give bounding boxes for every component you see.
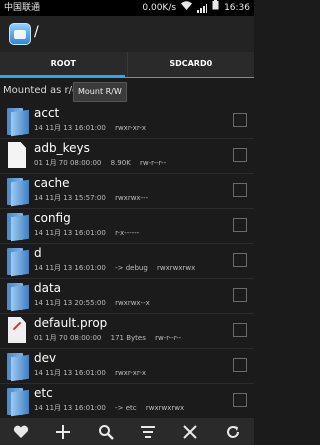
list-item[interactable]: data 14 11月 13 20:55:00 rwxrwx--x: [0, 279, 254, 314]
battery-icon: [212, 0, 219, 16]
item-meta: 14 11月 13 20:55:00 rwxrwx--x: [34, 298, 150, 308]
item-permissions: rwxrwxrwx: [145, 404, 185, 412]
item-permissions: rwxrwx---: [115, 194, 149, 202]
item-date: 14 11月 13 16:01:00: [34, 404, 106, 412]
item-date: 14 11月 13 16:01:00: [34, 264, 106, 272]
mount-row: Mounted as r/o Mount R/W: [0, 80, 254, 104]
current-path: /: [34, 24, 39, 40]
sort-icon[interactable]: [138, 422, 158, 442]
item-meta: 14 11月 13 16:01:00 -> etc rwxrwxrwx: [34, 403, 184, 413]
item-name: dev: [34, 351, 57, 365]
list-item[interactable]: config 14 11月 13 16:01:00 r-x------: [0, 209, 254, 244]
item-date: 01 1月 70 08:00:00: [34, 334, 102, 342]
item-meta: 01 1月 70 08:00:00 8.90K rw-r--r--: [34, 158, 166, 168]
status-right: 0.00K/s 16:36: [142, 0, 250, 16]
close-icon[interactable]: [180, 422, 200, 442]
item-name: adb_keys: [34, 141, 90, 155]
folder-icon: [7, 213, 29, 242]
item-size: 8.90K: [110, 159, 131, 167]
list-item[interactable]: acct 14 11月 13 16:01:00 rwxr-xr-x: [0, 104, 254, 139]
item-date: 14 11月 13 16:01:00: [34, 124, 106, 132]
tab-bar: ROOT SDCARD0: [0, 52, 254, 78]
clock: 16:36: [224, 3, 250, 13]
item-checkbox[interactable]: [233, 218, 247, 232]
carrier-label: 中国联通: [4, 3, 41, 13]
item-date: 14 11月 13 15:57:00: [34, 194, 106, 202]
item-meta: 01 1月 70 08:00:00 171 Bytes rw-r--r--: [34, 333, 181, 343]
tab-divider: [0, 77, 254, 78]
list-item[interactable]: default.prop 01 1月 70 08:00:00 171 Bytes…: [0, 314, 254, 349]
search-icon[interactable]: [96, 422, 116, 442]
item-meta: 14 11月 13 16:01:00 rwxr-xr-x: [34, 123, 146, 133]
mount-rw-button[interactable]: Mount R/W: [73, 82, 127, 102]
refresh-icon[interactable]: [223, 422, 243, 442]
item-permissions: r-x------: [115, 229, 140, 237]
item-checkbox[interactable]: [233, 288, 247, 302]
item-name: default.prop: [34, 316, 108, 330]
app-logo-icon[interactable]: [9, 23, 31, 45]
folder-icon: [7, 353, 29, 382]
list-item[interactable]: dev 14 11月 13 16:01:00 rwxr-xr-x: [0, 349, 254, 384]
item-permissions: rw-r--r--: [155, 334, 182, 342]
item-permissions: rw-r--r--: [140, 159, 167, 167]
item-meta: 14 11月 13 15:57:00 rwxrwx---: [34, 193, 148, 203]
item-name: d: [34, 246, 42, 260]
item-name: data: [34, 281, 62, 295]
item-checkbox[interactable]: [233, 393, 247, 407]
item-name: acct: [34, 106, 60, 120]
bottom-toolbar: [0, 418, 254, 445]
item-checkbox[interactable]: [233, 113, 247, 127]
file-icon: [8, 142, 26, 168]
item-checkbox[interactable]: [233, 253, 247, 267]
item-name: config: [34, 211, 71, 225]
item-name: cache: [34, 176, 70, 190]
wifi-icon: [181, 0, 193, 16]
signal-icon: [197, 3, 208, 13]
prop-file-icon: [8, 317, 26, 343]
folder-icon: [7, 388, 29, 417]
list-item[interactable]: etc 14 11月 13 16:01:00 -> etc rwxrwxrwx: [0, 384, 254, 419]
item-date: 14 11月 13 16:01:00: [34, 369, 106, 377]
item-permissions: rwxrwxrwx: [157, 264, 196, 272]
item-checkbox[interactable]: [233, 183, 247, 197]
folder-icon: [7, 283, 29, 312]
tab-sdcard0[interactable]: SDCARD0: [126, 52, 255, 78]
file-list: acct 14 11月 13 16:01:00 rwxr-xr-x adb_ke…: [0, 104, 254, 419]
folder-icon: [7, 108, 29, 137]
item-name: etc: [34, 386, 53, 400]
item-permissions: rwxr-xr-x: [115, 369, 147, 377]
item-size: 171 Bytes: [110, 334, 146, 342]
item-link-target: -> etc: [115, 404, 137, 412]
status-bar: 中国联通 0.00K/s 16:36: [0, 0, 254, 16]
network-speed: 0.00K/s: [142, 3, 177, 13]
item-link-target: -> debug: [115, 264, 148, 272]
mount-status: Mounted as r/o: [3, 85, 79, 96]
list-item[interactable]: adb_keys 01 1月 70 08:00:00 8.90K rw-r--r…: [0, 139, 254, 174]
folder-icon: [7, 248, 29, 277]
heart-icon[interactable]: [11, 422, 31, 442]
item-permissions: rwxr-xr-x: [115, 124, 147, 132]
item-meta: 14 11月 13 16:01:00 r-x------: [34, 228, 139, 238]
item-meta: 14 11月 13 16:01:00 -> debug rwxrwxrwx: [34, 263, 195, 273]
plus-icon[interactable]: [53, 422, 73, 442]
item-checkbox[interactable]: [233, 148, 247, 162]
item-checkbox[interactable]: [233, 358, 247, 372]
item-meta: 14 11月 13 16:01:00 rwxr-xr-x: [34, 368, 146, 378]
folder-icon: [7, 178, 29, 207]
tab-root[interactable]: ROOT: [0, 52, 127, 78]
list-item[interactable]: d 14 11月 13 16:01:00 -> debug rwxrwxrwx: [0, 244, 254, 279]
item-checkbox[interactable]: [233, 323, 247, 337]
item-permissions: rwxrwx--x: [115, 299, 150, 307]
item-date: 14 11月 13 20:55:00: [34, 299, 106, 307]
action-bar: /: [0, 16, 254, 52]
item-date: 01 1月 70 08:00:00: [34, 159, 102, 167]
list-item[interactable]: cache 14 11月 13 15:57:00 rwxrwx---: [0, 174, 254, 209]
item-date: 14 11月 13 16:01:00: [34, 229, 106, 237]
